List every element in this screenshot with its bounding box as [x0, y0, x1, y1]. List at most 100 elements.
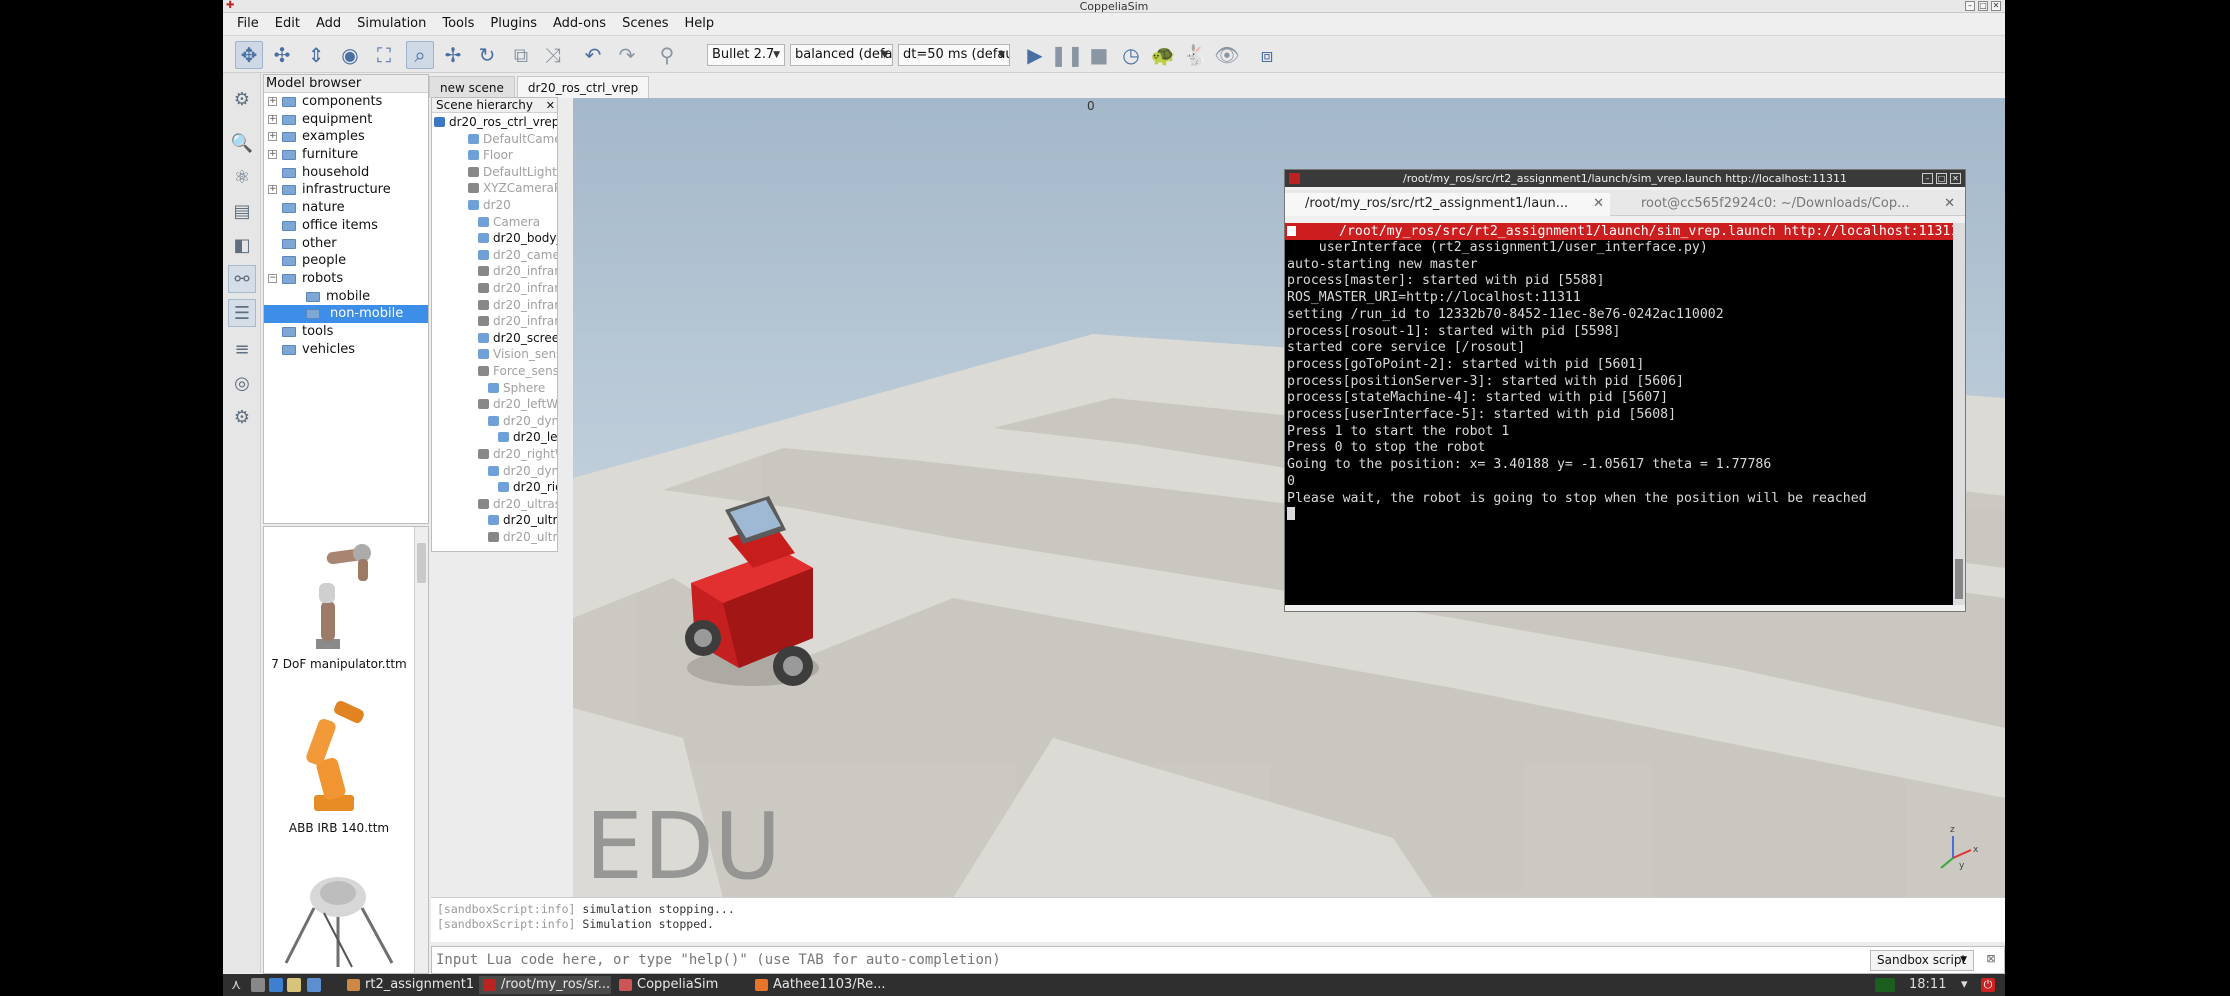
object-properties-icon[interactable]: ▤: [228, 197, 256, 225]
object-shift-icon[interactable]: ✢: [439, 41, 467, 69]
model-folder-item[interactable]: office items: [264, 217, 428, 235]
model-folder-item[interactable]: − robots: [264, 270, 428, 288]
menu-addons[interactable]: Add-ons: [545, 13, 614, 35]
thumbnail-delta-robot[interactable]: [264, 863, 414, 973]
collapse-icon[interactable]: −: [268, 273, 277, 283]
start-menu-icon[interactable]: ⋏: [231, 978, 245, 992]
task-coppeliasim[interactable]: CoppeliaSim: [615, 976, 747, 994]
page-selector-icon[interactable]: ⧈: [1253, 41, 1281, 69]
simulation-settings-icon[interactable]: ⚙: [228, 85, 256, 113]
hierarchy-item[interactable]: Floor: [468, 148, 513, 162]
menu-plugins[interactable]: Plugins: [482, 13, 545, 35]
terminal-scrollbar[interactable]: [1953, 223, 1965, 605]
slow-down-icon[interactable]: 🐢: [1149, 41, 1177, 69]
terminal-maximize-icon[interactable]: □: [1936, 173, 1947, 184]
object-rotate-icon[interactable]: ↻: [473, 41, 501, 69]
undo-icon[interactable]: ↶: [579, 41, 607, 69]
menu-simulation[interactable]: Simulation: [349, 13, 434, 35]
hierarchy-item[interactable]: dr20_ros_ctrl_vrep (s: [434, 115, 557, 129]
time-step-select[interactable]: dt=50 ms (defau ▼: [898, 44, 1010, 66]
hierarchy-item[interactable]: dr20_leftWh: [478, 397, 557, 411]
thumbnail-7dof[interactable]: 7 DoF manipulator.ttm: [264, 531, 414, 671]
terminal-tab-root[interactable]: root@cc565f2924c0: ~/Downloads/Cop... ✕: [1621, 193, 1961, 216]
menu-scenes[interactable]: Scenes: [614, 13, 676, 35]
play-icon[interactable]: ▶: [1021, 41, 1049, 69]
video-recorder-icon[interactable]: ◎: [228, 369, 256, 397]
volume-icon[interactable]: ▾: [1961, 976, 1968, 994]
model-folder-item[interactable]: vehicles: [264, 341, 428, 359]
model-folder-item[interactable]: mobile: [264, 288, 428, 306]
hierarchy-item[interactable]: dr20: [468, 198, 511, 212]
camera-shift-icon[interactable]: ⇕: [302, 41, 330, 69]
menu-file[interactable]: File: [229, 13, 267, 35]
menu-add[interactable]: Add: [308, 13, 349, 35]
speed-up-icon[interactable]: 🐇: [1181, 41, 1209, 69]
hierarchy-item[interactable]: dr20_rightW: [478, 447, 557, 461]
realtime-icon[interactable]: ◷: [1117, 41, 1145, 69]
hierarchy-item[interactable]: dr20_ultra: [488, 530, 557, 544]
transfer-dna-icon[interactable]: ⤨: [539, 41, 567, 69]
show-desktop-icon[interactable]: [251, 978, 265, 992]
task-terminal[interactable]: /root/my_ros/sr...: [479, 976, 611, 994]
thumbnails-scrollbar[interactable]: [414, 527, 428, 973]
expand-icon[interactable]: +: [268, 150, 277, 160]
terminal-close-icon[interactable]: ✕: [1950, 173, 1961, 184]
model-folder-item[interactable]: non-mobile: [264, 305, 428, 323]
tab-dr20-ros-ctrl-vrep[interactable]: dr20_ros_ctrl_vrep: [516, 76, 650, 98]
terminal-tab-launch[interactable]: /root/my_ros/src/rt2_assignment1/laun...…: [1285, 193, 1610, 216]
hierarchy-item[interactable]: Camera: [478, 215, 540, 229]
physics-engine-select[interactable]: Bullet 2.7 ▼: [707, 44, 785, 66]
assemble-icon[interactable]: ⧉: [507, 41, 535, 69]
model-folder-item[interactable]: people: [264, 252, 428, 270]
close-tab-icon[interactable]: ✕: [1593, 193, 1604, 215]
model-folder-item[interactable]: + equipment: [264, 111, 428, 129]
model-folder-item[interactable]: household: [264, 164, 428, 182]
close-icon[interactable]: ✕: [1991, 1, 2001, 11]
model-folder-item[interactable]: + furniture: [264, 146, 428, 164]
scripts-icon[interactable]: ☰: [228, 299, 256, 327]
close-hierarchy-icon[interactable]: ✕: [546, 98, 555, 113]
camera-angle-icon[interactable]: ◉: [336, 41, 364, 69]
hierarchy-item[interactable]: dr20_camer: [478, 248, 557, 262]
camera-rotate-icon[interactable]: ✣: [268, 41, 296, 69]
hierarchy-item[interactable]: dr20_screer: [478, 331, 557, 345]
user-settings-icon[interactable]: ⚙: [228, 403, 256, 431]
terminal-output[interactable]: /root/my_ros/src/rt2_assignment1/launch/…: [1285, 223, 1953, 605]
terminal-launcher-icon[interactable]: [307, 978, 321, 992]
redo-icon[interactable]: ↷: [613, 41, 641, 69]
menu-help[interactable]: Help: [676, 13, 722, 35]
camera-pan-icon[interactable]: ✥: [235, 41, 263, 69]
dynamics-edit-icon[interactable]: ⚛: [228, 163, 256, 191]
hierarchy-item[interactable]: dr20_body_: [478, 231, 557, 245]
hierarchy-item[interactable]: dr20_infrare: [478, 298, 557, 312]
script-select[interactable]: Sandbox script ▼: [1870, 950, 1974, 971]
lua-input[interactable]: Input Lua code here, or type "help()" (u…: [436, 952, 1001, 968]
terminal-minimize-icon[interactable]: –: [1922, 173, 1933, 184]
model-folder-item[interactable]: other: [264, 235, 428, 253]
expand-icon[interactable]: +: [268, 132, 277, 142]
expand-icon[interactable]: +: [268, 114, 277, 124]
hierarchy-item[interactable]: dr20_dyna: [488, 414, 557, 428]
hierarchy-item[interactable]: dr20_let: [498, 430, 557, 444]
pause-icon[interactable]: ❚❚: [1050, 41, 1084, 69]
hierarchy-item[interactable]: dr20_rig: [498, 480, 557, 494]
model-folder-item[interactable]: + infrastructure: [264, 181, 428, 199]
collections-icon[interactable]: ⚯: [228, 265, 256, 293]
model-folder-item[interactable]: + examples: [264, 128, 428, 146]
hierarchy-item[interactable]: Vision_sens: [478, 347, 557, 361]
fit-to-view-icon[interactable]: ⛶: [370, 41, 398, 69]
hierarchy-item[interactable]: dr20_ultra: [488, 513, 557, 527]
power-icon[interactable]: ⏻: [1981, 978, 1995, 992]
hierarchy-item[interactable]: Force_sens: [478, 364, 557, 378]
model-folder-item[interactable]: nature: [264, 199, 428, 217]
visualization-icon[interactable]: 👁: [1213, 41, 1241, 69]
close-tab-icon[interactable]: ✕: [1944, 193, 1955, 215]
tab-new-scene[interactable]: new scene: [429, 76, 515, 98]
model-folder-item[interactable]: + components: [264, 93, 428, 111]
maximize-icon[interactable]: □: [1978, 1, 1988, 11]
hierarchy-item[interactable]: Sphere: [488, 381, 545, 395]
menu-edit[interactable]: Edit: [267, 13, 308, 35]
hierarchy-item[interactable]: dr20_dyna: [488, 464, 557, 478]
dynamics-icon[interactable]: ⚲: [653, 41, 681, 69]
calculation-modules-icon[interactable]: ◧: [228, 231, 256, 259]
